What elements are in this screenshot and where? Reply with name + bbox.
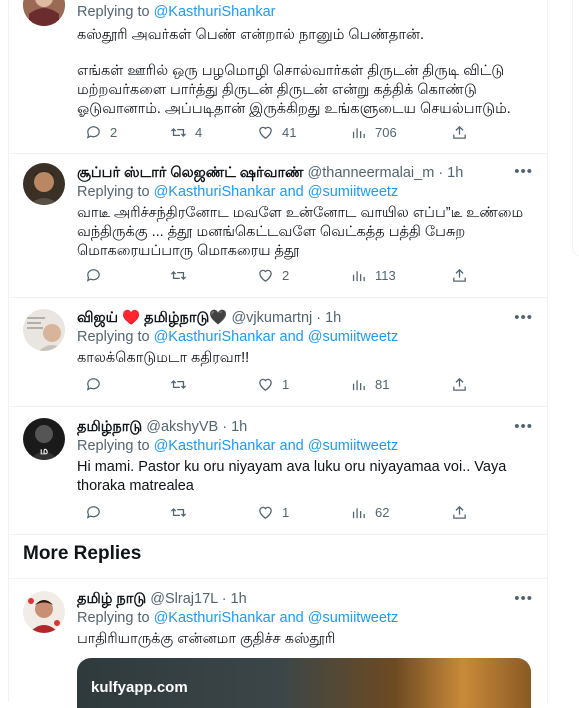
avatar[interactable]	[23, 309, 65, 351]
mention-link[interactable]: @KasthuriShankar and @sumiitweetz	[154, 610, 399, 626]
analytics-icon	[352, 380, 365, 391]
timeline-column: Replying to @KasthuriShankar கஸ்தூரி அவர…	[8, 0, 548, 708]
share-button[interactable]	[451, 267, 468, 284]
retweet-icon	[170, 508, 187, 517]
retweet-icon	[170, 380, 187, 389]
replying-label: Replying to	[77, 4, 154, 20]
timestamp[interactable]: · 1h	[316, 310, 341, 326]
mention-link[interactable]: @KasthuriShankar	[154, 4, 276, 20]
share-button[interactable]	[451, 504, 468, 521]
more-options-icon[interactable]: •••	[514, 163, 533, 180]
reply-button[interactable]	[85, 267, 102, 284]
view-count: 706	[375, 125, 397, 140]
views-button[interactable]: 113	[350, 267, 396, 284]
reply-icon	[86, 378, 100, 391]
share-icon	[453, 377, 466, 391]
svg-text:ம: ம	[40, 446, 48, 457]
heart-icon	[259, 506, 272, 519]
heart-icon	[259, 269, 272, 282]
views-button[interactable]: 81	[350, 376, 389, 393]
tweet-text: வாடீ அரிச்சந்திரனோட மவளே உன்னோட வாயில எப…	[77, 205, 524, 259]
handle[interactable]: @akshyVB	[146, 419, 218, 435]
avatar[interactable]	[23, 0, 65, 26]
avatar[interactable]: ம	[23, 418, 65, 460]
more-options-icon[interactable]: •••	[514, 418, 533, 435]
handle[interactable]: @thanneermalai_m	[308, 165, 435, 181]
more-replies-heading: More Replies	[23, 543, 142, 564]
like-count: 1	[282, 505, 290, 520]
reply-icon	[86, 269, 100, 282]
share-icon	[453, 125, 466, 139]
replying-label: Replying to	[77, 610, 154, 626]
views-button[interactable]: 706	[350, 124, 397, 141]
share-icon	[453, 505, 466, 519]
tweet-text: கஸ்தூரி அவர்கள் பெண் என்றால் நானும் பெண்…	[77, 27, 425, 43]
timestamp[interactable]: · 1h	[438, 165, 463, 181]
media-watermark: kulfyapp.com	[91, 679, 188, 696]
share-icon	[453, 268, 466, 282]
view-count: 62	[375, 505, 390, 520]
reply-tweet[interactable]: ம தமிழ்நாடு @akshyVB · 1h Replying to @K…	[9, 406, 547, 535]
retweet-button[interactable]	[170, 376, 187, 393]
display-name[interactable]: தமிழ் நாடு	[77, 591, 146, 607]
retweet-count: 4	[195, 125, 203, 140]
analytics-icon	[352, 508, 365, 519]
tweet-text: Hi mami. Pastor ku oru niyayam ava luku …	[77, 459, 507, 494]
replying-label: Replying to	[77, 438, 154, 454]
like-button[interactable]: 41	[257, 124, 296, 141]
avatar[interactable]	[23, 163, 65, 205]
view-count: 113	[375, 268, 396, 283]
tweet-text: எங்கள் ஊரில் ஒரு பழமொழி சொல்வார்கள் திரு…	[77, 63, 511, 117]
display-name[interactable]: சூப்பர் ஸ்டார் லெஜண்ட் ஷர்வாண்	[77, 165, 304, 181]
like-button[interactable]: 2	[257, 267, 289, 284]
replying-label: Replying to	[77, 184, 154, 200]
retweet-icon	[170, 271, 187, 280]
media-preview[interactable]: kulfyapp.com	[77, 658, 531, 708]
reply-tweet[interactable]: சூப்பர் ஸ்டார் லெஜண்ட் ஷர்வாண் @thanneer…	[9, 153, 547, 298]
sidebar-edge	[572, 0, 579, 256]
retweet-button[interactable]: 4	[170, 124, 202, 141]
heart-icon	[259, 378, 272, 391]
avatar[interactable]	[23, 591, 65, 633]
like-count: 41	[282, 125, 297, 140]
replying-to: Replying to @KasthuriShankar	[77, 3, 533, 22]
heart-icon	[259, 126, 272, 139]
like-button[interactable]: 1	[257, 504, 289, 521]
mention-link[interactable]: @KasthuriShankar and @sumiitweetz	[154, 184, 399, 200]
reply-button[interactable]	[85, 376, 102, 393]
more-options-icon[interactable]: •••	[514, 590, 533, 607]
retweet-button[interactable]	[170, 504, 187, 521]
reply-tweet[interactable]: தமிழ் நாடு @Slraj17L · 1h Replying to @K…	[9, 578, 547, 708]
handle[interactable]: @vjkumartnj	[231, 310, 312, 326]
share-button[interactable]	[451, 124, 468, 141]
retweet-button[interactable]	[170, 267, 187, 284]
display-name[interactable]: விஜய் ♥️ தமிழ்நாடு🖤	[77, 310, 227, 326]
reply-button[interactable]: 2	[85, 124, 117, 141]
share-button[interactable]	[451, 376, 468, 393]
mention-link[interactable]: @KasthuriShankar and @sumiitweetz	[154, 438, 399, 454]
timestamp[interactable]: · 1h	[222, 419, 247, 435]
reply-tweet[interactable]: Replying to @KasthuriShankar கஸ்தூரி அவர…	[9, 0, 547, 154]
display-name[interactable]: தமிழ்நாடு	[77, 419, 142, 435]
reply-icon	[86, 126, 100, 139]
views-button[interactable]: 62	[350, 504, 389, 521]
handle[interactable]: @Slraj17L	[150, 591, 217, 607]
like-button[interactable]: 1	[257, 376, 289, 393]
tweet-text: காலக்கொடுமடா கதிரவா!!	[77, 350, 250, 366]
reply-tweet[interactable]: விஜய் ♥️ தமிழ்நாடு🖤 @vjkumartnj · 1h Rep…	[9, 297, 547, 407]
replying-label: Replying to	[77, 329, 154, 345]
view-count: 81	[375, 377, 390, 392]
mention-link[interactable]: @KasthuriShankar and @sumiitweetz	[154, 329, 399, 345]
retweet-icon	[170, 128, 187, 137]
reply-button[interactable]	[85, 504, 102, 521]
analytics-icon	[352, 271, 365, 282]
reply-icon	[86, 506, 100, 519]
like-count: 1	[282, 377, 290, 392]
timestamp[interactable]: · 1h	[222, 591, 247, 607]
analytics-icon	[352, 128, 365, 139]
more-options-icon[interactable]: •••	[514, 309, 533, 326]
like-count: 2	[282, 268, 290, 283]
reply-count: 2	[110, 125, 118, 140]
tweet-text: பாதிரியாருக்கு என்னமா குதிச்ச கஸ்தூரி	[77, 631, 336, 647]
